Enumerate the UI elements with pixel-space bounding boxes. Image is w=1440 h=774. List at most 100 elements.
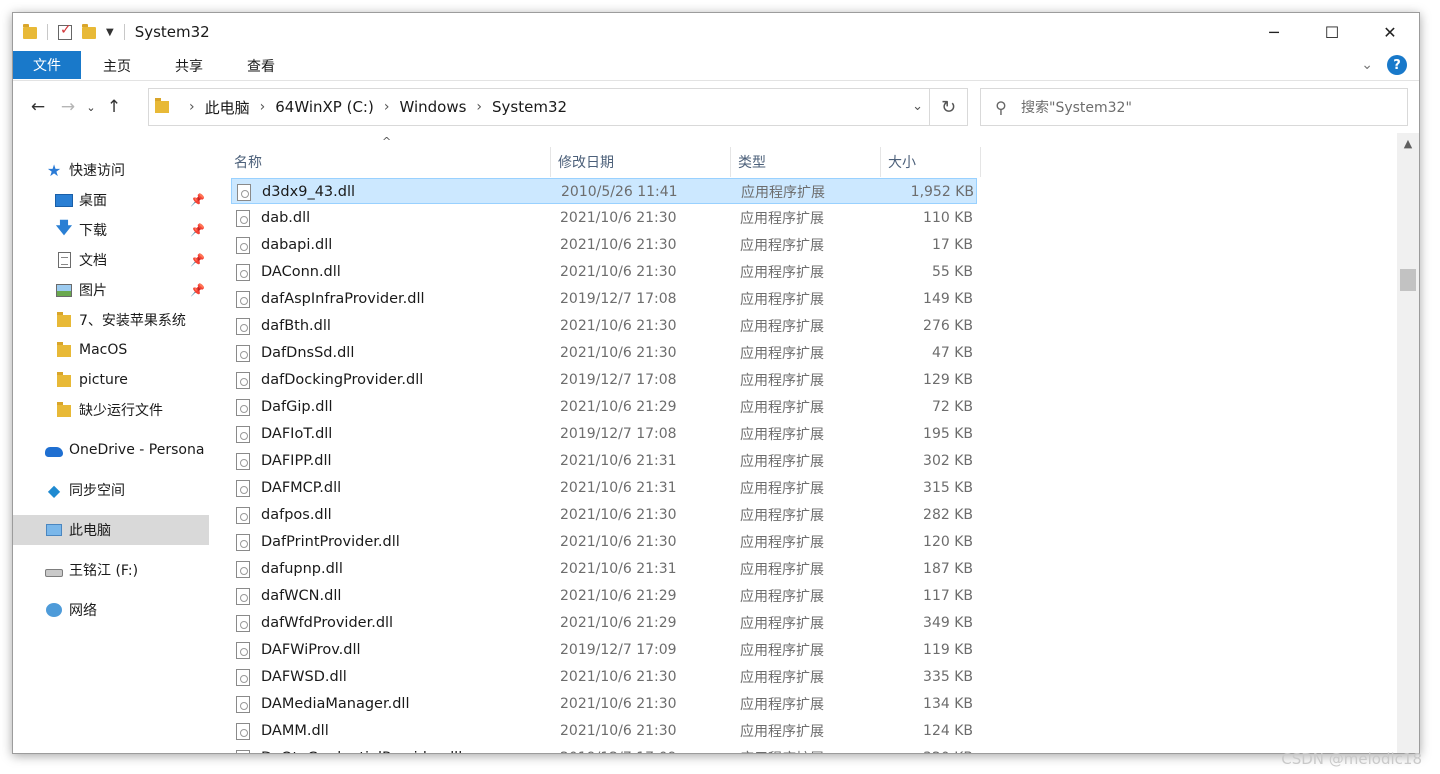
customize-toolbar-dropdown[interactable]: ▼ <box>106 27 114 38</box>
table-row[interactable]: dafWfdProvider.dll 2021/10/6 21:29 应用程序扩展 3… <box>231 610 977 636</box>
tab-home[interactable]: 主页 <box>81 51 153 81</box>
close-button[interactable]: ✕ <box>1361 13 1419 51</box>
column-header-name[interactable]: 名称 <box>231 147 551 177</box>
table-row[interactable]: DafPrintProvider.dll 2021/10/6 21:30 应用程序扩… <box>231 529 977 555</box>
sidebar-item-missing-runtime[interactable]: 缺少运行文件 <box>13 395 209 425</box>
pin-icon[interactable]: 📌 <box>190 193 205 207</box>
tab-view[interactable]: 查看 <box>225 51 297 81</box>
sidebar-item-pictures[interactable]: 图片 📌 <box>13 275 209 305</box>
sidebar-item-macos[interactable]: MacOS <box>13 335 209 365</box>
file-date: 2021/10/6 21:29 <box>560 615 677 631</box>
maximize-button[interactable]: ☐ <box>1303 13 1361 51</box>
sidebar-item-drive-f[interactable]: 王铭江 (F:) <box>13 555 209 585</box>
file-size: 117 KB <box>923 588 973 604</box>
forward-button[interactable]: → <box>53 97 83 117</box>
breadcrumb-windows[interactable]: Windows <box>399 98 466 116</box>
table-row[interactable]: DAFIoT.dll 2019/12/7 17:08 应用程序扩展 195 KB <box>231 421 977 447</box>
table-row[interactable]: dafWCN.dll 2021/10/6 21:29 应用程序扩展 117 KB <box>231 583 977 609</box>
minimize-button[interactable]: ─ <box>1245 13 1303 51</box>
sidebar-item-downloads[interactable]: 🡇 下载 📌 <box>13 215 209 245</box>
refresh-button[interactable]: ↻ <box>929 89 967 125</box>
table-row[interactable]: DaOtpCredentialProvider.dll 2019/12/7 17:… <box>231 745 977 753</box>
download-icon: 🡇 <box>55 217 73 237</box>
file-name: dafAspInfraProvider.dll <box>261 291 425 307</box>
file-name: DAFMCP.dll <box>261 480 342 496</box>
recent-locations-button[interactable]: ⌄ <box>83 101 99 114</box>
scroll-up-icon[interactable]: ▲ <box>1397 137 1419 150</box>
help-icon[interactable]: ? <box>1387 55 1407 75</box>
back-button[interactable]: ← <box>23 97 53 117</box>
dll-file-icon <box>236 722 250 740</box>
folder-icon <box>55 312 73 328</box>
pin-icon[interactable]: 📌 <box>190 253 205 267</box>
address-bar[interactable]: › 此电脑 › 64WinXP (C:) › Windows › System3… <box>148 88 968 126</box>
table-row[interactable]: dafpos.dll 2021/10/6 21:30 应用程序扩展 282 KB <box>231 502 977 528</box>
table-row[interactable]: dafBth.dll 2021/10/6 21:30 应用程序扩展 276 KB <box>231 313 977 339</box>
table-row[interactable]: DAMM.dll 2021/10/6 21:30 应用程序扩展 124 KB <box>231 718 977 744</box>
file-type: 应用程序扩展 <box>740 535 824 551</box>
table-row[interactable]: dafDockingProvider.dll 2019/12/7 17:08 应用程… <box>231 367 977 393</box>
table-row[interactable]: dafupnp.dll 2021/10/6 21:31 应用程序扩展 187 KB <box>231 556 977 582</box>
dll-file-icon <box>236 668 250 686</box>
breadcrumb-system32[interactable]: System32 <box>492 98 567 116</box>
sidebar-item-this-pc[interactable]: 此电脑 <box>13 515 209 545</box>
breadcrumb-this-pc[interactable]: 此电脑 <box>205 97 250 118</box>
dll-file-icon <box>236 344 250 362</box>
breadcrumb-drive-c[interactable]: 64WinXP (C:) <box>275 98 374 116</box>
search-input[interactable]: 搜索"System32" <box>1021 97 1132 117</box>
column-header-type[interactable]: 类型 <box>731 147 881 177</box>
search-box[interactable]: ⚲ 搜索"System32" <box>980 88 1408 126</box>
table-row[interactable]: DAFWSD.dll 2021/10/6 21:30 应用程序扩展 335 KB <box>231 664 977 690</box>
sidebar-item-desktop[interactable]: 桌面 📌 <box>13 185 209 215</box>
vertical-scrollbar[interactable]: ▲ <box>1397 133 1419 753</box>
column-header-size[interactable]: 大小 <box>881 147 981 177</box>
sidebar-item-picture[interactable]: picture <box>13 365 209 395</box>
file-date: 2021/10/6 21:29 <box>560 399 677 415</box>
up-button[interactable]: ↑ <box>99 97 129 117</box>
file-date: 2021/10/6 21:30 <box>560 696 677 712</box>
sidebar-item-documents[interactable]: 文档 📌 <box>13 245 209 275</box>
address-history-dropdown[interactable]: ⌄ <box>912 99 923 114</box>
file-size: 195 KB <box>923 426 973 442</box>
expand-ribbon-icon[interactable]: ⌄ <box>1361 57 1373 73</box>
sidebar-item-sync-space[interactable]: ◆ 同步空间 <box>13 475 209 505</box>
window-controls: ─ ☐ ✕ <box>1245 13 1419 51</box>
pin-icon[interactable]: 📌 <box>190 223 205 237</box>
file-type: 应用程序扩展 <box>740 481 824 497</box>
table-row[interactable]: DAConn.dll 2021/10/6 21:30 应用程序扩展 55 KB <box>231 259 977 285</box>
file-date: 2021/10/6 21:30 <box>560 210 677 226</box>
sidebar-item-quick-access[interactable]: ★ 快速访问 <box>13 155 209 185</box>
scrollbar-thumb[interactable] <box>1400 269 1416 291</box>
table-row[interactable]: dafAspInfraProvider.dll 2019/12/7 17:08 应用… <box>231 286 977 312</box>
table-row[interactable]: DafGip.dll 2021/10/6 21:29 应用程序扩展 72 KB <box>231 394 977 420</box>
chevron-right-icon[interactable]: › <box>189 99 195 115</box>
chevron-right-icon[interactable]: › <box>384 99 390 115</box>
table-row[interactable]: DafDnsSd.dll 2021/10/6 21:30 应用程序扩展 47 KB <box>231 340 977 366</box>
sidebar-item-onedrive[interactable]: OneDrive - Persona <box>13 435 209 465</box>
tab-share[interactable]: 共享 <box>153 51 225 81</box>
table-row[interactable]: DAMediaManager.dll 2021/10/6 21:30 应用程序扩展 1… <box>231 691 977 717</box>
tab-file[interactable]: 文件 <box>13 50 81 79</box>
table-row[interactable]: dab.dll 2021/10/6 21:30 应用程序扩展 110 KB <box>231 205 977 231</box>
file-type: 应用程序扩展 <box>740 670 824 686</box>
table-row[interactable]: DAFMCP.dll 2021/10/6 21:31 应用程序扩展 315 KB <box>231 475 977 501</box>
dll-file-icon <box>236 641 250 659</box>
new-folder-icon[interactable] <box>82 24 96 39</box>
document-icon <box>55 252 73 268</box>
sidebar-item-network[interactable]: 网络 <box>13 595 209 625</box>
chevron-right-icon[interactable]: › <box>476 99 482 115</box>
properties-icon[interactable] <box>58 22 72 40</box>
file-size: 129 KB <box>923 372 973 388</box>
table-row[interactable]: dabapi.dll 2021/10/6 21:30 应用程序扩展 17 KB <box>231 232 977 258</box>
column-header-date[interactable]: 修改日期 <box>551 147 731 177</box>
dll-file-icon <box>236 533 250 551</box>
table-row[interactable]: d3dx9_43.dll 2010/5/26 11:41 应用程序扩展 1,952 K… <box>231 178 977 204</box>
chevron-right-icon[interactable]: › <box>260 99 266 115</box>
sidebar-item-install-macos[interactable]: 7、安装苹果系统 <box>13 305 209 335</box>
pin-icon[interactable]: 📌 <box>190 283 205 297</box>
dll-file-icon <box>236 749 250 753</box>
quick-access-toolbar: ▼ System32 <box>13 13 210 51</box>
table-row[interactable]: DAFIPP.dll 2021/10/6 21:31 应用程序扩展 302 KB <box>231 448 977 474</box>
table-row[interactable]: DAFWiProv.dll 2019/12/7 17:09 应用程序扩展 119 KB <box>231 637 977 663</box>
file-size: 349 KB <box>923 615 973 631</box>
